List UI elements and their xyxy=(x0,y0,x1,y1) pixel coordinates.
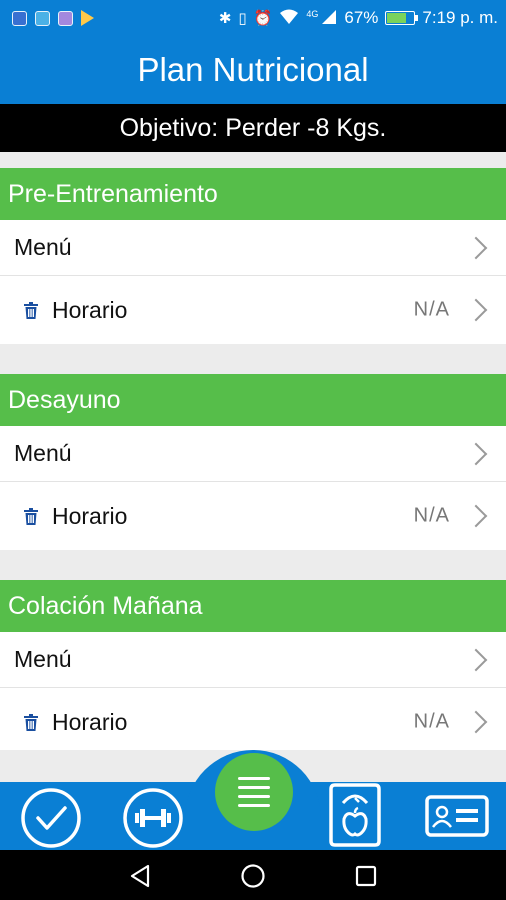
menu-label: Menú xyxy=(14,234,72,260)
chevron-right-icon xyxy=(464,648,488,671)
signal-icon xyxy=(321,9,337,28)
wifi-icon xyxy=(279,9,299,28)
schedule-value: N/A xyxy=(413,504,450,527)
menu-row[interactable]: Menú xyxy=(0,220,506,276)
schedule-label: Horario xyxy=(52,708,128,735)
section-header: Colación Mañana xyxy=(0,580,506,632)
battery-percent: 67% xyxy=(344,8,379,27)
app-notification-icon xyxy=(12,10,27,26)
check-circle-icon xyxy=(21,788,81,848)
tab-check[interactable] xyxy=(18,785,84,850)
trash-icon[interactable] xyxy=(24,507,38,525)
chevron-right-icon xyxy=(464,710,488,734)
home-icon[interactable] xyxy=(240,863,266,889)
network-type: 4G xyxy=(306,9,319,19)
notification-icons xyxy=(0,10,94,26)
schedule-row[interactable]: Horario N/A xyxy=(0,482,506,550)
menu-lines-icon[interactable] xyxy=(215,753,293,831)
meal-section: Pre-Entrenamiento Menú Horario N/A xyxy=(0,168,506,344)
schedule-value: N/A xyxy=(413,298,450,321)
tab-profile[interactable] xyxy=(422,790,492,844)
bluetooth-icon: ✱ xyxy=(218,9,232,27)
play-store-icon xyxy=(81,10,94,26)
chevron-right-icon xyxy=(464,504,488,528)
system-icons: ✱ ▯ ⏰ 4G 67% 7:19 p. m. xyxy=(219,8,506,28)
schedule-row[interactable]: Horario N/A xyxy=(0,688,506,750)
meal-plan-list[interactable]: Pre-Entrenamiento Menú Horario N/A Desay… xyxy=(0,152,506,750)
section-title: Desayuno xyxy=(8,385,121,414)
recents-icon[interactable] xyxy=(354,864,378,888)
section-title: Pre-Entrenamiento xyxy=(8,179,218,208)
bottom-tab-bar xyxy=(0,750,506,850)
meal-section: Colación Mañana Menú Horario N/A xyxy=(0,580,506,750)
goal-banner: Objetivo: Perder -8 Kgs. xyxy=(0,104,506,152)
app-header: Plan Nutricional xyxy=(0,36,506,104)
alarm-icon: ⏰ xyxy=(253,9,273,27)
meal-section: Desayuno Menú Horario N/A xyxy=(0,374,506,550)
tab-weight[interactable] xyxy=(322,780,388,850)
section-header: Desayuno xyxy=(0,374,506,426)
trash-icon[interactable] xyxy=(24,301,38,319)
menu-row[interactable]: Menú xyxy=(0,426,506,482)
battery-icon xyxy=(385,11,419,25)
menu-row[interactable]: Menú xyxy=(0,632,506,688)
section-title: Colación Mañana xyxy=(8,591,203,620)
schedule-label: Horario xyxy=(52,502,128,529)
goal-text: Objetivo: Perder -8 Kgs. xyxy=(119,113,387,142)
back-icon[interactable] xyxy=(128,864,152,888)
page-title: Plan Nutricional xyxy=(137,51,369,88)
schedule-label: Horario xyxy=(52,296,128,323)
battery-fill xyxy=(387,13,407,23)
app-notification-icon xyxy=(35,10,50,26)
trash-icon[interactable] xyxy=(24,713,38,731)
system-nav-bar xyxy=(0,850,506,900)
status-bar: ✱ ▯ ⏰ 4G 67% 7:19 p. m. xyxy=(0,0,506,36)
dumbbell-icon xyxy=(123,788,183,848)
chevron-right-icon xyxy=(464,298,488,322)
section-header: Pre-Entrenamiento xyxy=(0,168,506,220)
chevron-right-icon xyxy=(464,442,488,465)
id-card-icon xyxy=(425,795,489,837)
menu-label: Menú xyxy=(14,440,72,466)
schedule-value: N/A xyxy=(413,710,450,733)
schedule-row[interactable]: Horario N/A xyxy=(0,276,506,344)
chevron-right-icon xyxy=(464,236,488,259)
clock: 7:19 p. m. xyxy=(422,8,498,27)
scale-apple-icon xyxy=(329,783,381,847)
app-notification-icon xyxy=(58,10,73,26)
tab-workout[interactable] xyxy=(120,785,186,850)
menu-label: Menú xyxy=(14,646,72,672)
vibrate-icon: ▯ xyxy=(238,9,247,27)
